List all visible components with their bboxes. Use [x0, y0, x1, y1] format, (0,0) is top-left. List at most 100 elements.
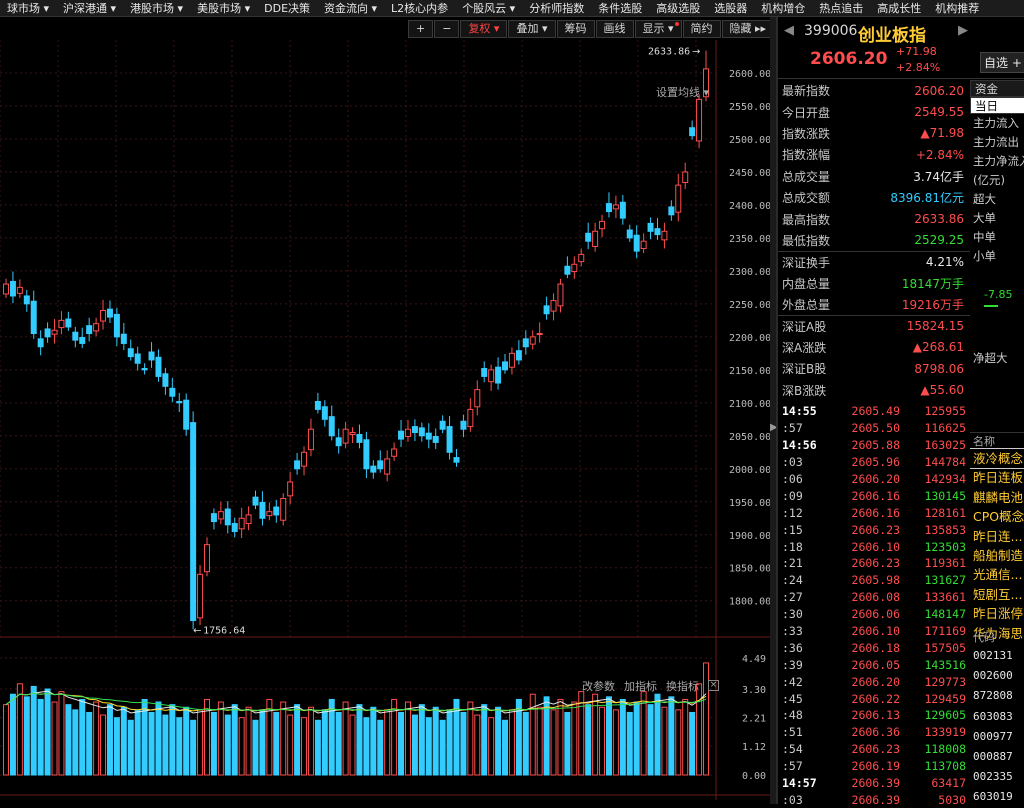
stock-code[interactable]: 603083 [970, 707, 1024, 727]
tick-row[interactable]: :57 2606.19 113708 [778, 758, 970, 775]
tick-row[interactable]: :48 2606.13 129605 [778, 707, 970, 724]
menu-item[interactable]: L2核心内参 [384, 0, 455, 16]
stock-code[interactable]: 002131 [970, 646, 1024, 666]
sector-item[interactable]: 麒麟电池 [970, 488, 1024, 507]
candle-body [585, 232, 592, 242]
tick-row[interactable]: :54 2606.23 118008 [778, 741, 970, 758]
quote-label: 深证换手 [782, 255, 831, 270]
sector-item[interactable]: CPO概念 [970, 507, 1024, 526]
candle-body [314, 400, 321, 410]
tick-row[interactable]: :45 2606.22 129459 [778, 690, 970, 707]
stock-code[interactable]: 000887 [970, 747, 1024, 767]
tick-row[interactable]: :57 2605.50 116625 [778, 420, 970, 437]
kline-chart-panel[interactable]: 2600.00 2550.00 2500.00 2450.00 2400.00 2350.… [0, 40, 770, 802]
stock-code[interactable]: 002600 [970, 666, 1024, 686]
toolbar-button[interactable]: 复权 ▾ [460, 19, 508, 38]
stock-code[interactable]: 000977 [970, 727, 1024, 747]
menu-item[interactable]: 高成长性 [870, 0, 928, 16]
tick-row[interactable]: :03 2605.96 144784 [778, 454, 970, 471]
toolbar-button[interactable]: + [408, 19, 434, 38]
toolbar-button[interactable]: 隐藏 ▸▸ [721, 19, 775, 38]
toolbar-button[interactable]: 画线 [595, 19, 634, 38]
sector-item[interactable]: 光通信... [970, 565, 1024, 584]
toolbar-button[interactable]: 筹码 [556, 19, 595, 38]
menu-item[interactable]: 高级选股 [649, 0, 707, 16]
sector-item[interactable]: 液冷概念 [970, 447, 1024, 470]
flow-item: 主力流入 [973, 116, 1019, 130]
quote-row: 深A涨跌 ▲268.61 [778, 337, 970, 358]
toolbar-button[interactable]: 叠加 ▾ [508, 19, 556, 38]
flow-tab[interactable]: 当日 [970, 97, 1024, 114]
volume-bar [474, 714, 481, 776]
volume-bar [155, 701, 162, 776]
tick-row[interactable]: :21 2606.23 119361 [778, 555, 970, 572]
tick-row[interactable]: :09 2606.16 130145 [778, 487, 970, 504]
indicator-tool-button[interactable]: 换指标 [666, 678, 699, 694]
menu-item[interactable]: 港股市场 ▾ [123, 0, 190, 16]
stock-code[interactable]: 603019 [970, 787, 1024, 807]
stock-code[interactable]: 002335 [970, 767, 1024, 787]
tick-row[interactable]: :30 2606.06 148147 [778, 606, 970, 623]
toolbar-button[interactable]: − [434, 19, 460, 38]
tick-row[interactable]: :15 2606.23 135853 [778, 521, 970, 538]
volume-bar [183, 706, 190, 776]
price-tick-label: 2350.00 [729, 234, 770, 245]
menu-item[interactable]: 个股风云 ▾ [455, 0, 522, 16]
toolbar-button[interactable]: 显示 ▾ [634, 19, 682, 38]
tick-row[interactable]: :51 2606.36 133919 [778, 724, 970, 741]
tick-row[interactable]: 14:57 2606.39 63417 [778, 775, 970, 792]
top-menu-bar: 球市场 ▾ 沪深港通 ▾ 港股市场 ▾ 美股市场 ▾ DDE决策 资金流向 ▾ L2核心内参… [0, 0, 1024, 17]
candle-body [488, 369, 495, 383]
menu-item[interactable]: 分析师指数 [522, 0, 591, 16]
next-stock-icon[interactable]: ▶ [958, 23, 968, 38]
volume-bar [377, 719, 384, 776]
tick-row[interactable]: :39 2606.05 143516 [778, 656, 970, 673]
menu-item[interactable]: 资金流向 ▾ [317, 0, 384, 16]
tick-row[interactable]: 14:56 2605.88 163025 [778, 437, 970, 454]
tick-row[interactable]: 14:55 2605.49 125955 [778, 403, 970, 420]
menu-item[interactable]: 热点追击 [812, 0, 870, 16]
tick-list[interactable]: 14:55 2605.49 125955:57 2605.50 116625 14:56 2… [778, 403, 970, 808]
close-icon[interactable]: × [708, 680, 719, 691]
tick-row[interactable]: :42 2606.20 129773 [778, 673, 970, 690]
add-watchlist-button[interactable]: 自选 + [980, 52, 1024, 73]
menu-item[interactable]: DDE决策 [257, 0, 317, 16]
menu-item[interactable]: 机构增仓 [754, 0, 812, 16]
menu-item[interactable]: 球市场 ▾ [0, 0, 56, 16]
tick-row[interactable]: :27 2606.08 133661 [778, 589, 970, 606]
indicator-tool-button[interactable]: 改参数 [582, 678, 615, 694]
volume-bar [86, 711, 93, 776]
candle-body [190, 422, 197, 622]
tick-row[interactable]: :36 2606.18 157505 [778, 639, 970, 656]
toolbar-button[interactable]: 简约 [682, 19, 721, 38]
sector-item[interactable]: 船舶制造 [970, 546, 1024, 565]
tick-row[interactable]: :24 2605.98 131627 [778, 572, 970, 589]
sector-item[interactable]: 昨日连... [970, 527, 1024, 546]
menu-item[interactable]: 沪深港通 ▾ [56, 0, 123, 16]
tick-row[interactable]: :06 2606.20 142934 [778, 471, 970, 488]
menu-item[interactable]: 条件选股 [591, 0, 649, 16]
tick-row[interactable]: :03 2606.39 5030 [778, 791, 970, 808]
menu-item[interactable]: 美股市场 ▾ [190, 0, 257, 16]
tick-volume: 143516 [924, 657, 966, 672]
sector-item[interactable]: 昨日连板 [970, 468, 1024, 487]
sector-item[interactable]: 短剧互... [970, 585, 1024, 604]
tick-row[interactable]: :33 2606.10 171169 [778, 623, 970, 640]
tick-row[interactable]: :12 2606.16 128161 [778, 504, 970, 521]
indicator-tool-button[interactable]: 加指标 [624, 678, 657, 694]
quote-label: 最新指数 [782, 84, 831, 99]
flow-tab[interactable]: 资金 [970, 80, 1024, 97]
menu-item[interactable]: 机构推荐 [928, 0, 986, 16]
sector-list[interactable]: 名称 液冷概念 昨日连板 麒麟电池 CPO概念 昨日连... 船舶制造 光通信... 短剧互..… [970, 432, 1024, 643]
stock-code-list[interactable]: 代码 002131 002600 872808 603083 000977 000887 00… [970, 629, 1024, 808]
quote-value: 3.74亿手 [913, 169, 964, 184]
prev-stock-icon[interactable]: ◀ [784, 23, 794, 38]
ma-settings-button[interactable]: 设置均线 ▾ [656, 84, 709, 100]
sector-item[interactable]: 昨日涨停 [970, 604, 1024, 623]
tick-row[interactable]: :18 2606.10 123503 [778, 538, 970, 555]
stock-code[interactable]: 872808 [970, 686, 1024, 706]
flow-unit: (亿元) [973, 173, 1005, 187]
quote-value: 4.21% [925, 255, 964, 270]
menu-item[interactable]: 选股器 [707, 0, 754, 16]
last-price: 2606.20 [810, 49, 888, 69]
